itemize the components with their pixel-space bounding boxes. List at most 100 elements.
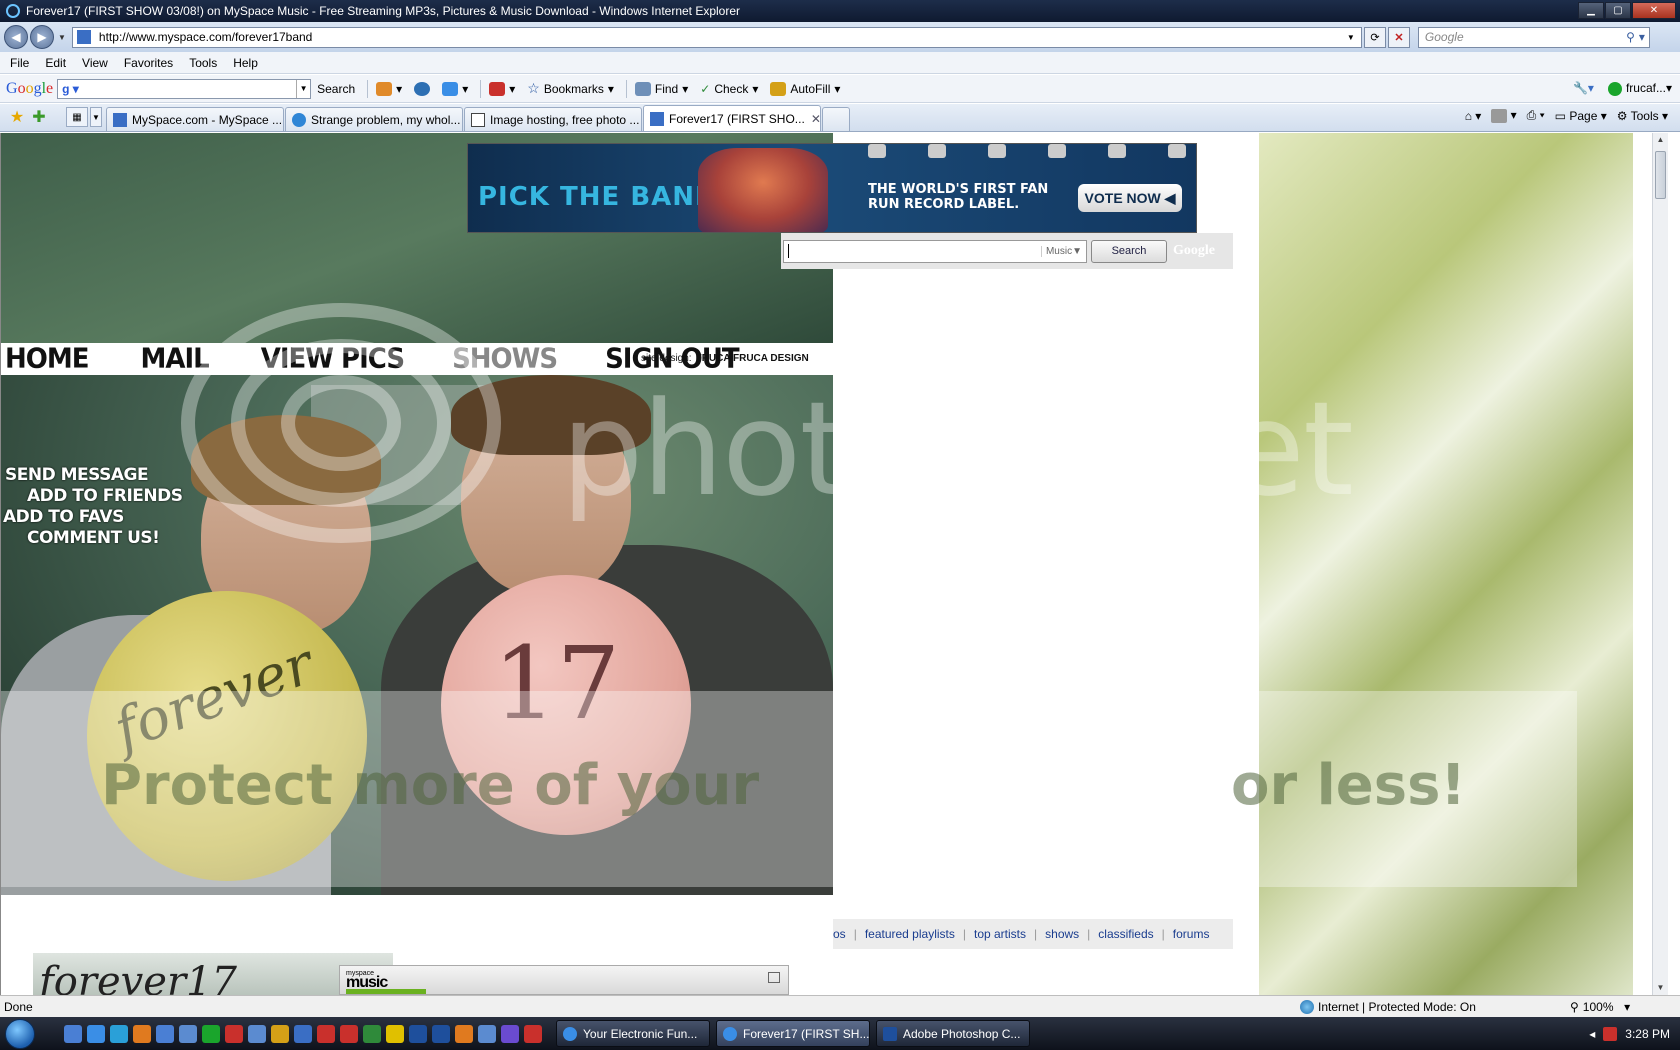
google-account-button[interactable]: frucaf...▾ bbox=[1607, 81, 1672, 96]
nav-top-artists[interactable]: top artists bbox=[974, 927, 1026, 941]
music-player[interactable]: myspace music bbox=[339, 965, 789, 995]
nav-forums[interactable]: forums bbox=[1173, 927, 1210, 941]
favorites-center-icon[interactable]: ★ bbox=[6, 106, 28, 128]
tab-image-hosting[interactable]: Image hosting, free photo ... bbox=[464, 107, 642, 131]
quick-launch-icon-12[interactable] bbox=[317, 1024, 335, 1043]
nav-shows[interactable]: shows bbox=[1045, 927, 1079, 941]
maximize-button[interactable]: ▢ bbox=[1605, 2, 1631, 19]
autofill-button[interactable]: AutoFill ▾ bbox=[770, 81, 840, 96]
bookmarks-button[interactable]: ☆ Bookmarks ▾ bbox=[527, 80, 614, 97]
quick-launch-icon-15[interactable] bbox=[386, 1024, 404, 1043]
quick-tabs-icon[interactable]: ▦ bbox=[66, 107, 88, 127]
site-search-button[interactable]: Search bbox=[1091, 239, 1167, 263]
quick-launch-icon-11[interactable] bbox=[294, 1024, 312, 1043]
add-to-favs-link[interactable]: ADD TO FAVS bbox=[3, 507, 124, 527]
address-url[interactable]: http://www.myspace.com/forever17band bbox=[99, 30, 1347, 44]
show-hidden-icons[interactable]: ◂ bbox=[1589, 1027, 1595, 1041]
quick-launch-icon-6[interactable] bbox=[179, 1024, 197, 1043]
quick-launch-icon-8[interactable] bbox=[225, 1024, 243, 1043]
security-zone[interactable]: Internet | Protected Mode: On bbox=[1300, 999, 1570, 1014]
ad-banner[interactable]: PICK THE BAND THE WORLD'S FIRST FAN RUN R… bbox=[467, 143, 1197, 233]
tools-menu[interactable]: ⚙ Tools ▾ bbox=[1617, 109, 1668, 123]
minimize-button[interactable]: ▁ bbox=[1578, 2, 1604, 19]
quick-launch-icon-16[interactable] bbox=[409, 1024, 427, 1043]
search-options-icon[interactable]: ▾ bbox=[1639, 30, 1649, 44]
site-search-input[interactable]: Music▼ bbox=[783, 239, 1087, 263]
address-bar[interactable]: http://www.myspace.com/forever17band ▼ bbox=[71, 26, 1362, 48]
nav-classifieds[interactable]: classifieds bbox=[1098, 927, 1153, 941]
comment-us-link[interactable]: COMMENT US! bbox=[27, 528, 160, 548]
page-menu[interactable]: ▭ Page ▾ bbox=[1555, 109, 1607, 123]
browser-search-input[interactable]: Google ⚲ ▾ bbox=[1417, 26, 1650, 48]
quick-launch-icon-4[interactable] bbox=[133, 1024, 151, 1043]
feeds-icon[interactable]: ▾ bbox=[1491, 108, 1517, 123]
menu-edit[interactable]: Edit bbox=[45, 56, 66, 70]
back-button[interactable]: ◀ bbox=[4, 25, 28, 49]
menu-file[interactable]: File bbox=[10, 56, 29, 70]
nav-featured-playlists[interactable]: featured playlists bbox=[865, 927, 955, 941]
quick-launch-icon-21[interactable] bbox=[524, 1024, 542, 1043]
check-button[interactable]: ✓ Check ▾ bbox=[700, 82, 758, 96]
clock[interactable]: 3:28 PM bbox=[1625, 1027, 1670, 1041]
quick-launch-icon-14[interactable] bbox=[363, 1024, 381, 1043]
quick-launch-icon-3[interactable] bbox=[110, 1024, 128, 1043]
tab-list-dropdown[interactable]: ▼ bbox=[90, 107, 102, 127]
quick-launch-icon-1[interactable] bbox=[64, 1024, 82, 1043]
close-tab-icon[interactable]: ✕ bbox=[805, 112, 820, 126]
popout-icon[interactable] bbox=[768, 972, 780, 983]
tab-myspace[interactable]: MySpace.com - MySpace ... bbox=[106, 107, 284, 131]
scroll-thumb[interactable] bbox=[1655, 151, 1666, 199]
nav-videos[interactable]: os bbox=[833, 927, 846, 941]
quick-launch-icon-18[interactable] bbox=[455, 1024, 473, 1043]
close-button[interactable]: ✕ bbox=[1632, 2, 1676, 19]
nav-view-pics[interactable]: VIEW PICS bbox=[261, 343, 405, 375]
send-message-link[interactable]: SEND MESSAGE bbox=[5, 465, 149, 485]
tab-forever17[interactable]: Forever17 (FIRST SHO... ✕ bbox=[643, 105, 821, 131]
vote-now-button[interactable]: VOTE NOW ◀ bbox=[1078, 184, 1182, 212]
add-favorite-icon[interactable]: ✚ bbox=[28, 106, 50, 128]
tab-strange-problem[interactable]: Strange problem, my whol... bbox=[285, 107, 463, 131]
google-search-dropdown[interactable]: ▼ bbox=[296, 79, 310, 98]
forward-button[interactable]: ▶ bbox=[30, 25, 54, 49]
add-to-friends-link[interactable]: ADD TO FRIENDS bbox=[27, 486, 183, 506]
quick-launch-icon-7[interactable] bbox=[202, 1024, 220, 1043]
scroll-up-icon[interactable]: ▲ bbox=[1655, 135, 1666, 145]
google-search-input[interactable]: g ▾ ▼ bbox=[57, 78, 312, 99]
mcafee-icon[interactable] bbox=[1603, 1026, 1618, 1041]
nav-mail[interactable]: MAIL bbox=[141, 343, 210, 375]
pagerank-icon[interactable] bbox=[414, 81, 431, 96]
quick-launch-icon-9[interactable] bbox=[248, 1024, 266, 1043]
designer-link[interactable]: FRUCA FRUCA DESIGN bbox=[696, 353, 809, 364]
add-button-icon[interactable]: ▾ bbox=[442, 81, 468, 96]
scroll-down-icon[interactable]: ▼ bbox=[1655, 983, 1666, 993]
find-button[interactable]: Find ▾ bbox=[634, 81, 688, 96]
home-icon[interactable]: ⌂ ▾ bbox=[1465, 109, 1482, 123]
news-icon[interactable]: ▾ bbox=[376, 81, 402, 96]
address-dropdown-icon[interactable]: ▼ bbox=[1347, 33, 1361, 42]
google-search-button[interactable]: Search bbox=[317, 82, 355, 96]
quick-launch-icon-20[interactable] bbox=[501, 1024, 519, 1043]
quick-launch-icon-19[interactable] bbox=[478, 1024, 496, 1043]
search-scope-dropdown[interactable]: Music▼ bbox=[1040, 245, 1086, 257]
menu-tools[interactable]: Tools bbox=[189, 56, 217, 70]
quick-launch-icon-10[interactable] bbox=[271, 1024, 289, 1043]
zoom-control[interactable]: ⚲ 100% ▾ bbox=[1570, 1000, 1630, 1014]
nav-home[interactable]: HOME bbox=[5, 343, 89, 375]
vertical-scrollbar[interactable]: ▲ ▼ bbox=[1652, 133, 1668, 995]
quick-launch-icon-13[interactable] bbox=[340, 1024, 358, 1043]
menu-favorites[interactable]: Favorites bbox=[124, 56, 173, 70]
quick-launch-icon-5[interactable] bbox=[156, 1024, 174, 1043]
taskbar-forever17[interactable]: Forever17 (FIRST SH... bbox=[716, 1020, 870, 1047]
menu-view[interactable]: View bbox=[82, 56, 108, 70]
search-icon[interactable]: ⚲ bbox=[1626, 30, 1639, 44]
refresh-button[interactable]: ⟳ bbox=[1363, 26, 1386, 48]
popup-blocker-icon[interactable]: ▾ bbox=[489, 81, 515, 96]
menu-help[interactable]: Help bbox=[233, 56, 258, 70]
nav-shows[interactable]: SHOWS bbox=[452, 343, 558, 375]
quick-launch-icon-2[interactable] bbox=[87, 1024, 105, 1043]
taskbar-electronic-fun[interactable]: Your Electronic Fun... bbox=[556, 1020, 710, 1047]
stop-button[interactable]: ✕ bbox=[1387, 26, 1410, 48]
print-icon[interactable]: ⎙ ▾ bbox=[1527, 108, 1545, 123]
start-button[interactable] bbox=[0, 1017, 40, 1050]
quick-launch-icon-17[interactable] bbox=[432, 1024, 450, 1043]
